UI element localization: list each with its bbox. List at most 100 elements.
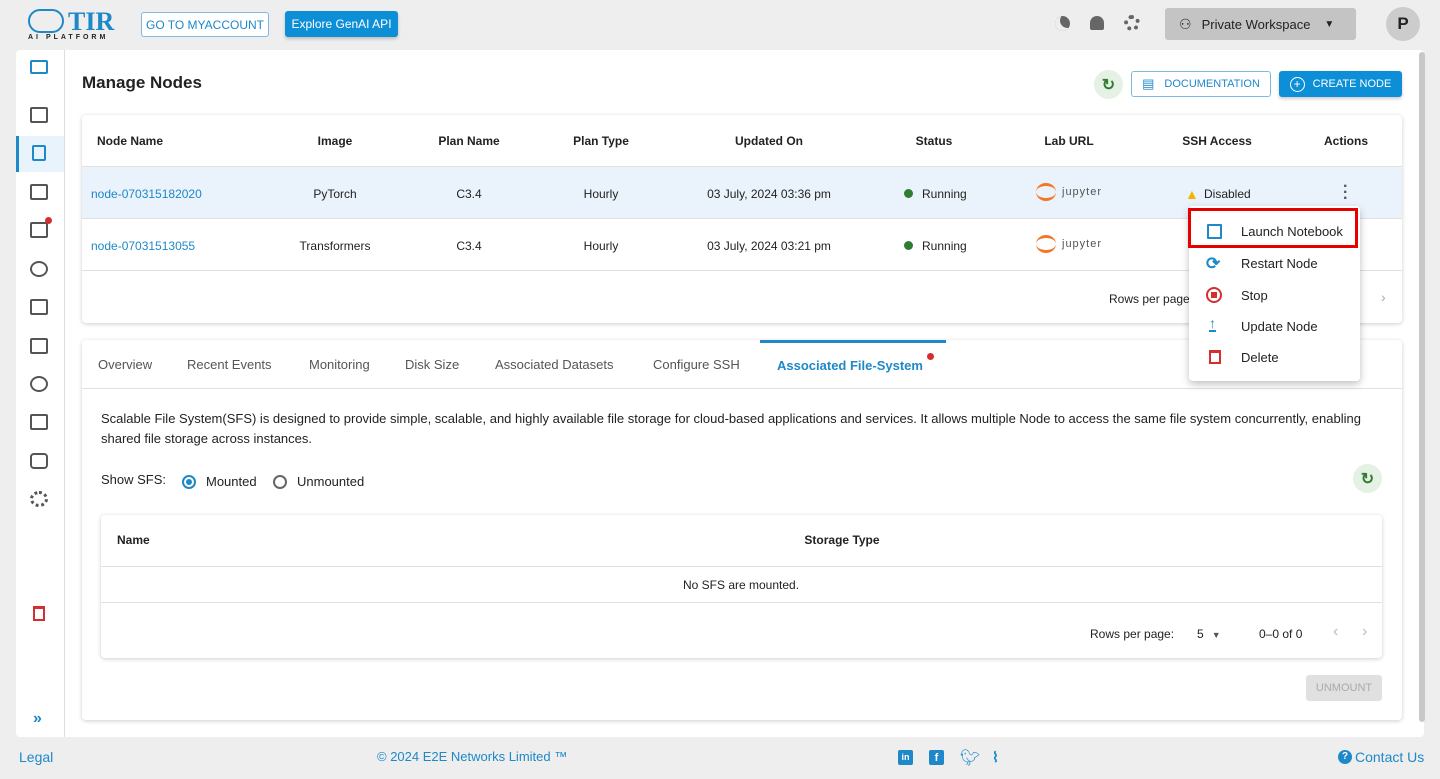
sidebar-item-folder[interactable] <box>30 60 48 74</box>
logo-text: TIR <box>68 7 115 36</box>
sidebar-trash-icon[interactable] <box>33 606 45 621</box>
tab-disk-size[interactable]: Disk Size <box>405 357 459 372</box>
sidebar-item-dashboard[interactable] <box>30 107 48 123</box>
notification-bell-icon[interactable] <box>1090 16 1104 30</box>
documentation-label: DOCUMENTATION <box>1164 78 1260 90</box>
jupyter-label: jupyter <box>1062 238 1103 250</box>
documentation-button[interactable]: ▤ DOCUMENTATION <box>1131 71 1271 97</box>
sidebar-expand-icon[interactable]: » <box>33 710 42 728</box>
tab-configure-ssh[interactable]: Configure SSH <box>653 357 740 372</box>
col-storage-type: Storage Type <box>804 533 880 547</box>
node-updated: 03 July, 2024 03:36 pm <box>707 187 831 201</box>
tab-associated-file-system[interactable]: Associated File-System <box>777 358 923 373</box>
sidebar-item-pipelines[interactable] <box>30 299 48 315</box>
status-badge: Running <box>922 187 967 201</box>
legal-link[interactable]: Legal <box>19 749 53 765</box>
logo-subtext: AI PLATFORM <box>28 34 109 41</box>
col-node-name: Node Name <box>97 134 164 148</box>
settings-gear-icon[interactable] <box>1124 15 1140 31</box>
unmount-button[interactable]: UNMOUNT <box>1306 675 1382 701</box>
create-node-button[interactable]: + CREATE NODE <box>1279 71 1402 97</box>
col-ssh-access: SSH Access <box>1182 134 1252 148</box>
sidebar-item-models[interactable] <box>30 453 48 469</box>
node-name-link[interactable]: node-07031513055 <box>91 239 195 253</box>
sidebar-item-inference[interactable] <box>30 261 48 277</box>
logo[interactable]: TIR AI PLATFORM <box>26 7 116 43</box>
delete-icon <box>1209 350 1221 364</box>
radio-mounted[interactable]: Mounted <box>182 474 257 489</box>
node-plan-type: Hourly <box>583 187 619 201</box>
next-page-icon[interactable]: › <box>1381 289 1386 305</box>
menu-item-launch-notebook[interactable]: Launch Notebook <box>1241 224 1343 239</box>
rss-icon[interactable]: ⌇ <box>992 749 999 766</box>
dark-mode-icon[interactable] <box>1055 16 1070 31</box>
radio-unmounted[interactable]: Unmounted <box>273 474 364 489</box>
prev-page-icon[interactable]: ‹ <box>1333 623 1338 641</box>
sidebar-item-nodes[interactable] <box>32 145 46 161</box>
jupyter-link[interactable]: jupyter <box>1036 183 1102 201</box>
contact-us-label: Contact Us <box>1355 749 1425 765</box>
scrollbar[interactable] <box>1419 52 1425 722</box>
radio-unmounted-label: Unmounted <box>297 474 365 489</box>
sidebar-item-registry[interactable] <box>30 338 48 354</box>
workspace-selector[interactable]: ⚇ Private Workspace ▼ <box>1165 8 1356 40</box>
notification-dot <box>927 353 934 360</box>
rows-per-page-label: Rows per page: <box>1090 627 1175 641</box>
sidebar-item-api[interactable] <box>30 414 48 430</box>
facebook-icon[interactable]: f <box>929 750 944 765</box>
radio-unchecked-icon <box>273 474 287 489</box>
contact-us-link[interactable]: ? Contact Us <box>1338 749 1424 765</box>
sidebar-item-integrations[interactable] <box>30 376 48 392</box>
sfs-description: Scalable File System(SFS) is designed to… <box>101 411 1361 446</box>
sidebar-item-jobs[interactable] <box>30 217 52 238</box>
col-actions: Actions <box>1323 134 1369 148</box>
sfs-refresh-button[interactable]: ↻ <box>1353 464 1382 493</box>
node-image: Transformers <box>299 239 371 253</box>
chevron-down-icon: ▼ <box>1211 630 1221 640</box>
notification-dot <box>45 217 52 224</box>
menu-item-update-node[interactable]: Update Node <box>1241 319 1318 334</box>
avatar[interactable]: P <box>1386 7 1420 41</box>
tab-associated-datasets[interactable]: Associated Datasets <box>495 357 614 372</box>
table-divider <box>101 602 1382 603</box>
empty-message: No SFS are mounted. <box>682 578 800 592</box>
document-icon: ▤ <box>1142 76 1155 91</box>
tab-monitoring[interactable]: Monitoring <box>309 357 370 372</box>
menu-item-stop[interactable]: Stop <box>1241 288 1268 303</box>
menu-item-restart-node[interactable]: Restart Node <box>1241 256 1318 271</box>
linkedin-icon[interactable]: in <box>898 750 913 765</box>
explore-genai-button[interactable]: Explore GenAI API <box>285 11 398 37</box>
tabs-divider <box>82 388 1402 389</box>
col-name: Name <box>117 533 150 547</box>
more-actions-icon[interactable]: · · · <box>1343 179 1348 207</box>
pagination-range: 0–0 of 0 <box>1259 627 1303 641</box>
node-updated: 03 July, 2024 03:21 pm <box>707 239 831 253</box>
next-page-icon[interactable]: › <box>1362 623 1367 641</box>
page-size-select[interactable]: 5 ▼ <box>1197 627 1221 641</box>
copyright: © 2024 E2E Networks Limited ™ <box>377 749 568 764</box>
jupyter-logo-icon <box>1036 235 1056 253</box>
node-name-link[interactable]: node-070315182020 <box>91 187 202 201</box>
jupyter-link[interactable]: jupyter <box>1036 235 1102 253</box>
node-plan-type: Hourly <box>583 239 619 253</box>
tab-overview[interactable]: Overview <box>98 357 152 372</box>
warning-icon: ▲ <box>1185 186 1199 202</box>
refresh-button[interactable]: ↻ <box>1094 70 1123 99</box>
tab-recent-events[interactable]: Recent Events <box>187 357 272 372</box>
rows-per-page-label: Rows per page: <box>1109 292 1194 306</box>
twitter-icon[interactable]: 🐦︎ <box>960 748 980 768</box>
col-status: Status <box>915 134 953 148</box>
page-size-value: 5 <box>1197 627 1204 641</box>
node-plan: C3.4 <box>456 239 482 253</box>
sidebar-item-datasets[interactable] <box>30 184 48 200</box>
node-plan: C3.4 <box>456 187 482 201</box>
launch-notebook-icon <box>1207 224 1222 239</box>
help-icon: ? <box>1338 750 1352 764</box>
sidebar-item-settings[interactable] <box>30 491 48 507</box>
go-to-myaccount-button[interactable]: GO TO MYACCOUNT <box>141 12 269 37</box>
page-title: Manage Nodes <box>82 73 202 92</box>
col-plan-name: Plan Name <box>438 134 500 148</box>
col-image: Image <box>317 134 353 148</box>
radio-checked-icon <box>182 474 196 489</box>
menu-item-delete[interactable]: Delete <box>1241 350 1279 365</box>
